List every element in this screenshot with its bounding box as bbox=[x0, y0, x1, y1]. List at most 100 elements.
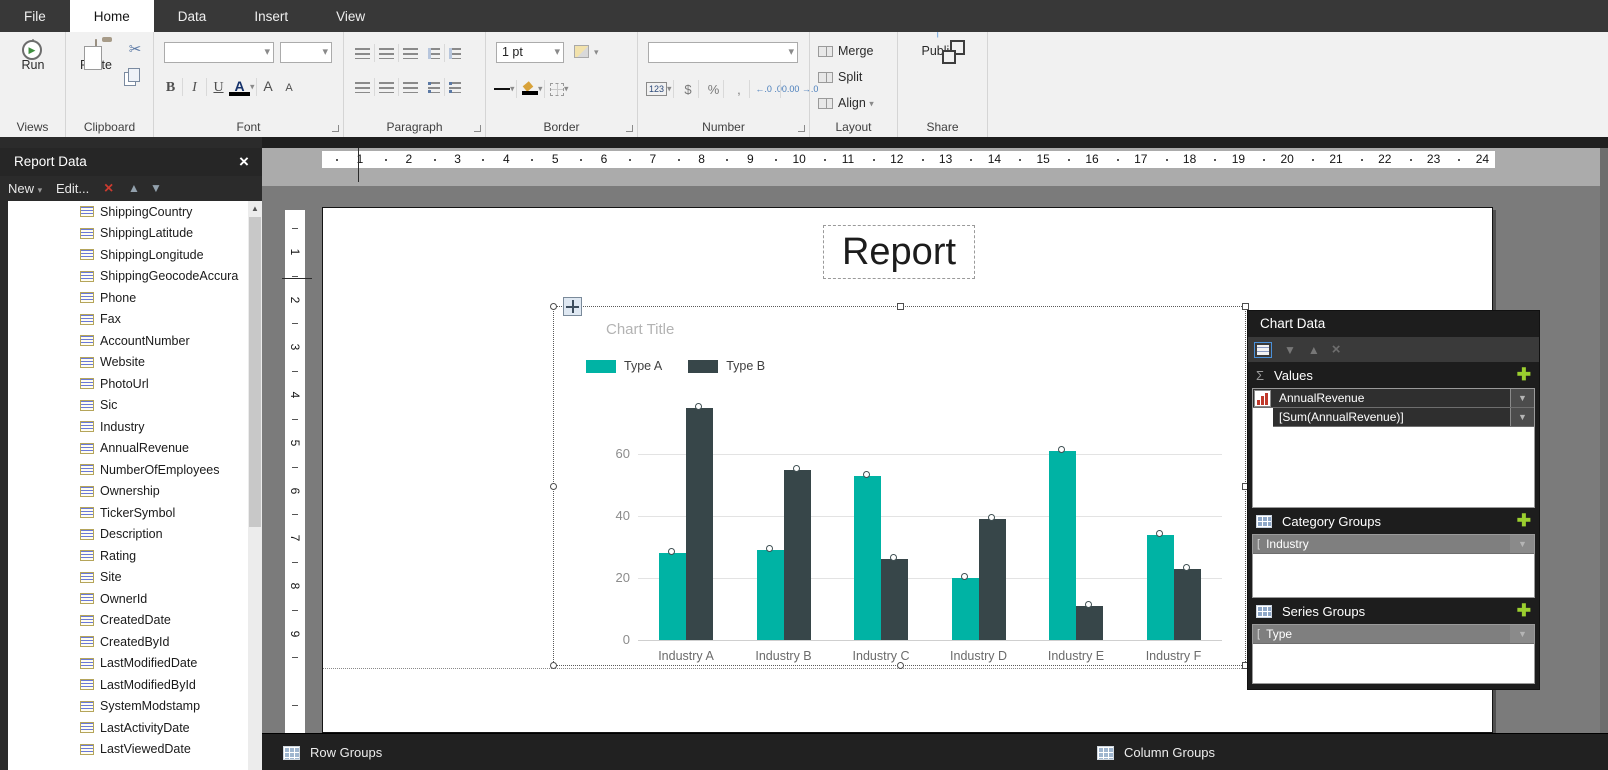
tree-field[interactable]: ShippingLongitude bbox=[8, 244, 248, 266]
font-color-button[interactable]: A bbox=[229, 76, 250, 96]
borders-icon[interactable] bbox=[549, 82, 564, 96]
tree-field[interactable]: Sic bbox=[8, 395, 248, 417]
tree-field[interactable]: Phone bbox=[8, 287, 248, 309]
run-button[interactable]: ▶ Run bbox=[7, 39, 59, 72]
value-row-annualrevenue[interactable]: AnnualRevenue ▼ bbox=[1253, 389, 1534, 408]
tree-field[interactable]: LastViewedDate bbox=[8, 739, 248, 761]
number-format-icon[interactable]: 123 bbox=[646, 82, 668, 96]
fields-scrollbar[interactable]: ▲ bbox=[248, 201, 262, 770]
value-dropdown-icon[interactable]: ▼ bbox=[1510, 408, 1534, 426]
border-style-caret[interactable]: ▾ bbox=[510, 84, 515, 94]
chart-bar[interactable] bbox=[1146, 534, 1174, 640]
align-middle-icon[interactable] bbox=[379, 47, 394, 59]
tree-field[interactable]: NumberOfEmployees bbox=[8, 459, 248, 481]
number-format-caret[interactable]: ▾ bbox=[667, 84, 672, 94]
chart-bar[interactable] bbox=[1049, 450, 1076, 640]
selection-handle-top-left[interactable] bbox=[550, 303, 557, 310]
paste-button[interactable]: Paste bbox=[70, 39, 122, 72]
category-dropdown-icon[interactable]: ▼ bbox=[1510, 535, 1534, 553]
chart-bar[interactable] bbox=[1076, 605, 1103, 640]
chart-bar[interactable] bbox=[659, 553, 686, 640]
align-top-icon[interactable] bbox=[355, 47, 370, 59]
tree-field[interactable]: AccountNumber bbox=[8, 330, 248, 352]
increase-decimal-button[interactable]: ←.0 .00 bbox=[755, 84, 787, 94]
value-row-sum-annualrevenue[interactable]: [Sum(AnnualRevenue)] ▼ bbox=[1273, 408, 1534, 427]
chart-bar[interactable] bbox=[854, 475, 881, 640]
decrease-indent-icon[interactable] bbox=[428, 47, 441, 59]
tree-field[interactable]: Description bbox=[8, 524, 248, 546]
publish-button[interactable]: ↑ Publish bbox=[916, 22, 968, 64]
series-dropdown-icon[interactable]: ▼ bbox=[1510, 625, 1534, 643]
tree-field[interactable]: Rating bbox=[8, 545, 248, 567]
chart-bar[interactable] bbox=[951, 578, 979, 640]
chart-bar[interactable] bbox=[756, 550, 784, 640]
border-style-icon[interactable] bbox=[494, 88, 510, 90]
border-color-caret[interactable]: ▾ bbox=[538, 84, 543, 94]
chart-title[interactable]: Chart Title bbox=[606, 321, 674, 338]
tree-field[interactable]: ShippingLatitude bbox=[8, 223, 248, 245]
move-down-icon[interactable]: ▼ bbox=[150, 176, 162, 201]
increase-indent-icon[interactable] bbox=[449, 47, 462, 59]
chart-bar[interactable] bbox=[686, 407, 713, 640]
font-name-select[interactable] bbox=[164, 42, 274, 63]
tree-field[interactable]: Fax bbox=[8, 309, 248, 331]
add-value-icon[interactable]: ✚ bbox=[1517, 365, 1531, 385]
tree-field[interactable]: PhotoUrl bbox=[8, 373, 248, 395]
tree-field[interactable]: TickerSymbol bbox=[8, 502, 248, 524]
tab-home[interactable]: Home bbox=[69, 0, 154, 32]
number-dialog-launcher[interactable] bbox=[798, 125, 805, 132]
align-center-icon[interactable] bbox=[379, 81, 394, 93]
selection-handle-mid-left[interactable] bbox=[550, 483, 557, 490]
properties-icon[interactable] bbox=[1254, 341, 1272, 358]
tree-field[interactable]: LastModifiedById bbox=[8, 674, 248, 696]
fill-color-icon[interactable] bbox=[574, 45, 589, 58]
number-format-select[interactable] bbox=[648, 42, 798, 63]
tree-field[interactable]: Site bbox=[8, 567, 248, 589]
bullet-list-icon[interactable] bbox=[428, 81, 441, 93]
cut-icon[interactable]: ✂ bbox=[124, 40, 146, 60]
borders-caret[interactable]: ▾ bbox=[564, 84, 569, 94]
underline-button[interactable]: U bbox=[208, 78, 229, 98]
tree-field[interactable]: ShippingCountry bbox=[8, 201, 248, 223]
align-right-icon[interactable] bbox=[403, 81, 418, 93]
fill-color-caret[interactable]: ▾ bbox=[594, 47, 599, 58]
row-groups[interactable]: Row Groups bbox=[283, 734, 382, 770]
tree-field[interactable]: LastModifiedDate bbox=[8, 653, 248, 675]
decrease-decimal-button[interactable]: .00 →.0 bbox=[787, 84, 819, 94]
paragraph-dialog-launcher[interactable] bbox=[474, 125, 481, 132]
copy-icon[interactable] bbox=[128, 68, 140, 82]
tree-field[interactable]: ShippingGeocodeAccura bbox=[8, 266, 248, 288]
tree-field[interactable]: AnnualRevenue bbox=[8, 438, 248, 460]
grow-font-button[interactable]: A bbox=[258, 76, 279, 96]
selection-handle-top-right[interactable] bbox=[1242, 303, 1249, 310]
new-button[interactable]: New ▾ bbox=[8, 176, 42, 203]
italic-button[interactable]: I bbox=[184, 78, 205, 98]
tree-field[interactable]: Ownership bbox=[8, 481, 248, 503]
numbered-list-icon[interactable] bbox=[449, 81, 462, 93]
percent-button[interactable]: % bbox=[704, 82, 722, 97]
chart-bar[interactable] bbox=[978, 519, 1006, 640]
font-color-caret[interactable]: ▾ bbox=[250, 81, 255, 91]
edit-button[interactable]: Edit... bbox=[56, 176, 89, 201]
chart-bar[interactable] bbox=[881, 559, 908, 640]
border-color-icon[interactable] bbox=[521, 83, 538, 95]
report-title-textbox[interactable]: Report bbox=[823, 225, 975, 279]
selection-handle-bottom-center[interactable] bbox=[897, 662, 904, 669]
column-groups[interactable]: Column Groups bbox=[1097, 734, 1215, 770]
add-category-icon[interactable]: ✚ bbox=[1517, 511, 1531, 531]
series-row-type[interactable]: [ Type ▼ bbox=[1253, 625, 1534, 644]
tree-field[interactable]: Industry bbox=[8, 416, 248, 438]
move-down-icon[interactable]: ▼ bbox=[1284, 343, 1296, 357]
workspace-scrollbar[interactable] bbox=[1600, 148, 1608, 733]
selection-handle-bottom-left[interactable] bbox=[550, 662, 557, 669]
align-left-icon[interactable] bbox=[355, 81, 370, 93]
add-series-icon[interactable]: ✚ bbox=[1517, 601, 1531, 621]
font-size-select[interactable] bbox=[280, 42, 332, 63]
chart-bar[interactable] bbox=[783, 469, 811, 640]
font-dialog-launcher[interactable] bbox=[332, 125, 339, 132]
border-width-select[interactable]: 1 pt bbox=[496, 42, 564, 63]
chart-region[interactable]: Chart Title Type A Type B 0 20 40 60 Industry… bbox=[550, 297, 1249, 669]
tab-insert[interactable]: Insert bbox=[230, 0, 312, 32]
tree-field[interactable]: SystemModstamp bbox=[8, 696, 248, 718]
tree-field[interactable]: CreatedDate bbox=[8, 610, 248, 632]
